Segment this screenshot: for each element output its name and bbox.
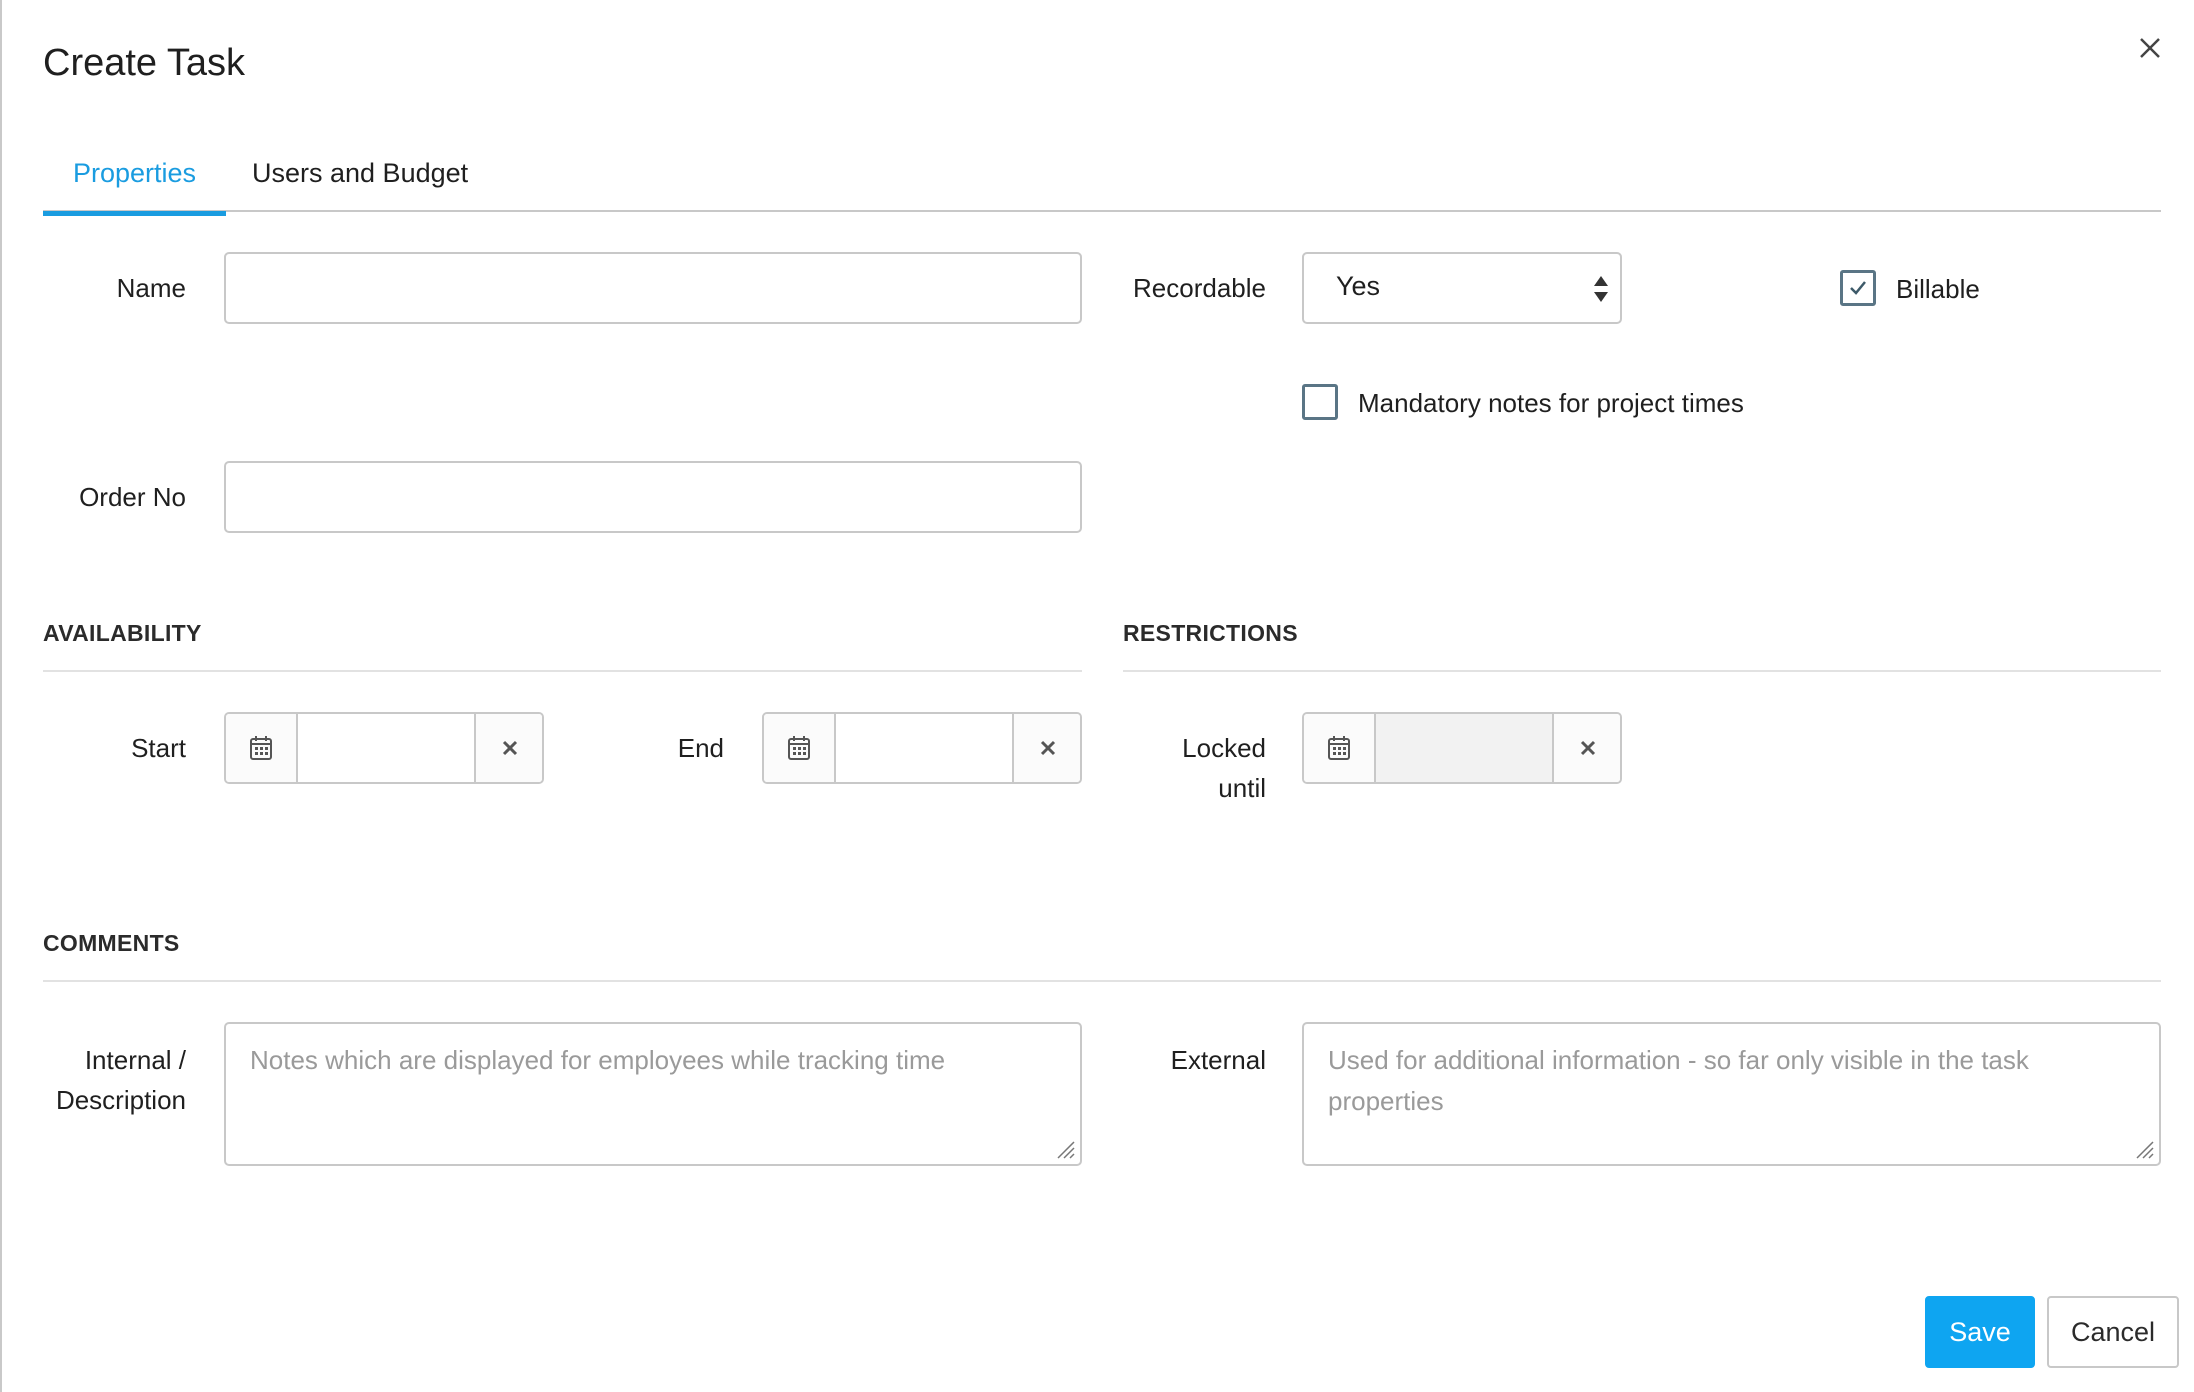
- name-input[interactable]: [224, 252, 1082, 324]
- clear-icon: [1040, 740, 1056, 756]
- external-placeholder-line1: Used for additional information - so far…: [1328, 1045, 2029, 1075]
- locked-until-date-picker: [1302, 712, 1622, 784]
- internal-description-label: Internal / Description: [22, 1040, 186, 1120]
- calendar-icon: [250, 736, 272, 760]
- billable-label: Billable: [1896, 274, 1980, 304]
- locked-until-clear-button[interactable]: [1552, 714, 1620, 782]
- locked-until-label-line2: until: [1218, 773, 1266, 803]
- locked-until-label: Locked until: [1102, 728, 1266, 808]
- billable-checkbox[interactable]: [1840, 270, 1876, 306]
- mandatory-notes-checkbox[interactable]: [1302, 384, 1338, 420]
- start-date-input[interactable]: [298, 714, 474, 782]
- restrictions-divider: [1123, 670, 2161, 672]
- recordable-select[interactable]: Yes: [1302, 252, 1622, 324]
- name-label: Name: [116, 273, 186, 303]
- start-clear-button[interactable]: [474, 714, 542, 782]
- create-task-dialog: Create Task Properties Users and Budget …: [0, 0, 2194, 1392]
- locked-until-date-input[interactable]: [1376, 714, 1552, 782]
- calendar-icon: [788, 736, 810, 760]
- internal-label-line2: Description: [55, 1085, 186, 1115]
- recordable-label: Recordable: [1133, 273, 1266, 303]
- tab-bar: Properties Users and Budget: [42, 140, 2161, 216]
- locked-until-calendar-button[interactable]: [1304, 714, 1376, 782]
- end-date-picker: [762, 712, 1082, 784]
- dialog-title: Create Task: [43, 42, 246, 84]
- locked-until-label-line1: Locked: [1182, 733, 1266, 763]
- end-clear-button[interactable]: [1012, 714, 1080, 782]
- recordable-selected-value: Yes: [1336, 271, 1381, 301]
- internal-label-line1: Internal /: [84, 1045, 186, 1075]
- external-placeholder-line2: properties: [1328, 1086, 1444, 1116]
- close-button[interactable]: [2130, 28, 2170, 68]
- comments-heading: COMMENTS: [43, 930, 180, 956]
- availability-divider: [43, 670, 1082, 672]
- restrictions-heading: RESTRICTIONS: [1123, 620, 1298, 646]
- internal-placeholder: Notes which are displayed for employees …: [250, 1045, 946, 1075]
- end-label: End: [677, 733, 724, 763]
- availability-heading: AVAILABILITY: [43, 620, 202, 646]
- order-no-label: Order No: [79, 482, 186, 512]
- save-button[interactable]: Save: [1925, 1296, 2035, 1368]
- start-date-picker: [224, 712, 544, 784]
- cancel-button[interactable]: Cancel: [2047, 1296, 2179, 1368]
- order-no-input[interactable]: [224, 461, 1082, 533]
- internal-description-textarea[interactable]: Notes which are displayed for employees …: [224, 1022, 1082, 1166]
- external-label: External: [1170, 1045, 1266, 1075]
- close-icon: [2140, 38, 2160, 58]
- tab-users-and-budget[interactable]: Users and Budget: [252, 158, 468, 212]
- end-calendar-button[interactable]: [764, 714, 836, 782]
- start-label: Start: [131, 733, 186, 763]
- end-date-input[interactable]: [836, 714, 1012, 782]
- resize-handle-icon[interactable]: [2131, 1136, 2155, 1160]
- external-textarea[interactable]: Used for additional information - so far…: [1302, 1022, 2161, 1166]
- tab-properties[interactable]: Properties: [42, 158, 227, 216]
- calendar-icon: [1328, 736, 1350, 760]
- clear-icon: [502, 740, 518, 756]
- comments-divider: [43, 980, 2161, 982]
- check-icon: [1850, 281, 1866, 295]
- mandatory-notes-label: Mandatory notes for project times: [1358, 388, 1744, 418]
- resize-handle-icon[interactable]: [1052, 1136, 1076, 1160]
- start-calendar-button[interactable]: [226, 714, 298, 782]
- clear-icon: [1580, 740, 1596, 756]
- select-arrows-icon: [1594, 276, 1608, 302]
